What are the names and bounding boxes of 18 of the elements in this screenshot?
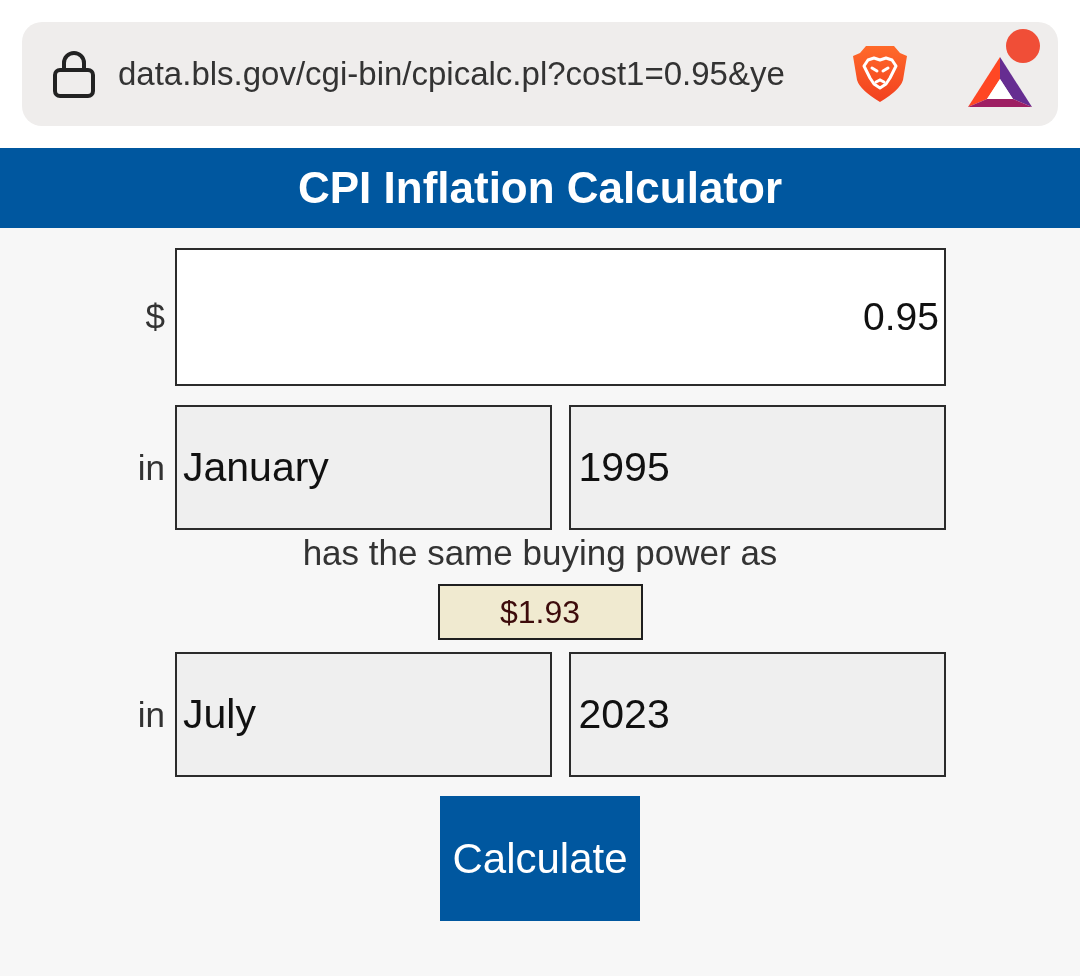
- amount-input[interactable]: 0.95: [175, 248, 946, 386]
- calculate-button[interactable]: Calculate: [440, 796, 640, 921]
- badge-dot-icon: [1006, 29, 1040, 63]
- triangle-icon[interactable]: [968, 57, 1032, 107]
- currency-label: $: [144, 297, 166, 337]
- address-bar[interactable]: data.bls.gov/cgi-bin/cpicalc.pl?cost1=0.95&ye: [22, 22, 1058, 126]
- result-value: $1.93: [437, 584, 643, 640]
- month-select[interactable]: January: [175, 405, 552, 530]
- in-label: in: [136, 694, 166, 735]
- lock-icon: [52, 50, 96, 98]
- url-text: data.bls.gov/cgi-bin/cpicalc.pl?cost1=0.95&ye: [118, 55, 785, 93]
- lion-shield-icon[interactable]: [852, 44, 908, 104]
- year-select[interactable]: 1995: [568, 405, 946, 530]
- year-select[interactable]: 2023: [568, 652, 946, 777]
- comparison-text: has the same buying power as: [302, 532, 778, 574]
- month-select[interactable]: July: [175, 652, 552, 777]
- page-title: CPI Inflation Calculator: [297, 163, 782, 213]
- in-label: in: [136, 447, 166, 488]
